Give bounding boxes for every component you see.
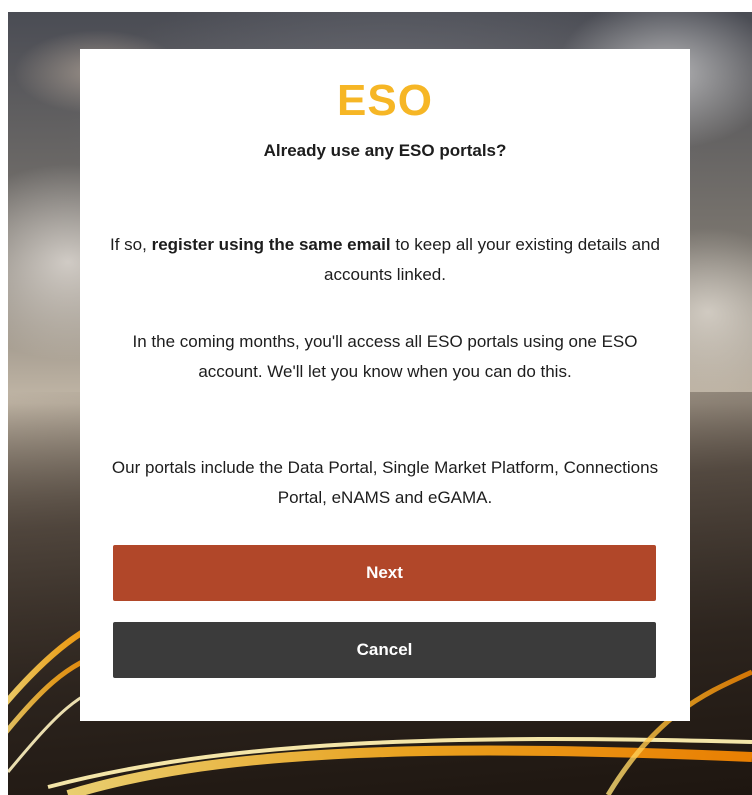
register-info-paragraph: If so, register using the same email to … [108, 230, 662, 290]
register-info-emphasis: register using the same email [151, 235, 391, 254]
portals-list-paragraph: Our portals include the Data Portal, Sin… [111, 458, 659, 507]
dialog-heading: Already use any ESO portals? [263, 141, 507, 160]
eso-logo: ESO [337, 76, 433, 125]
register-info-lead: If so, [110, 235, 152, 254]
registration-dialog: ESO Already use any ESO portals? If so, … [80, 49, 690, 721]
next-button[interactable]: Next [113, 545, 656, 601]
coming-months-paragraph: In the coming months, you'll access all … [132, 332, 638, 381]
cancel-button[interactable]: Cancel [113, 622, 656, 678]
